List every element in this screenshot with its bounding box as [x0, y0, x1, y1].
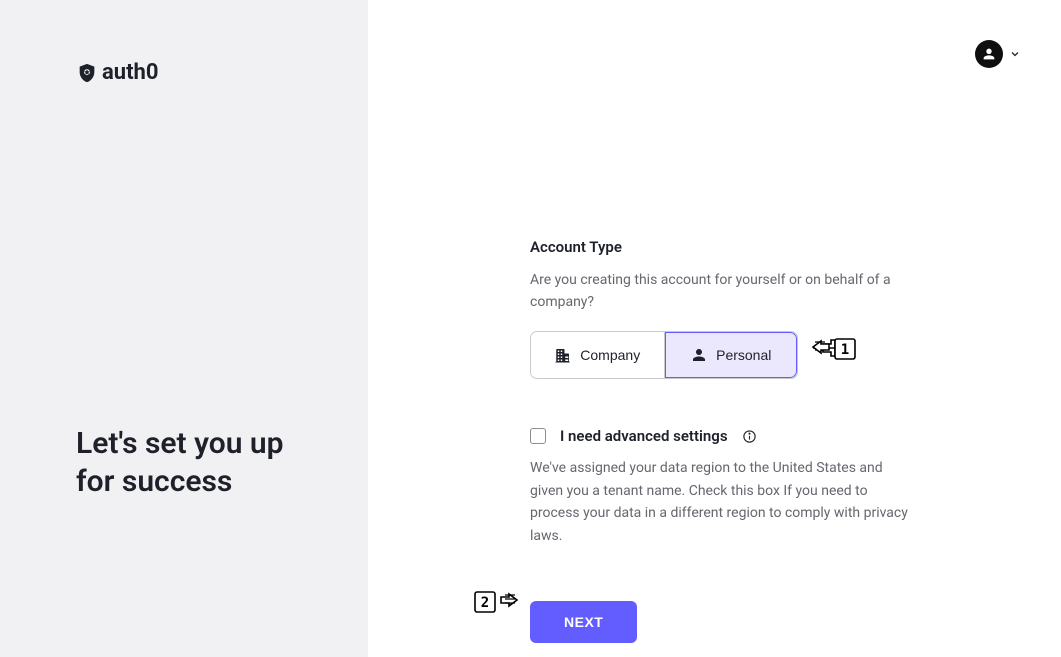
person-icon	[690, 346, 708, 364]
svg-text:1: 1	[841, 342, 849, 358]
account-type-description: Are you creating this account for yourse…	[530, 270, 940, 313]
advanced-settings-checkbox[interactable]	[530, 428, 546, 444]
right-panel: Account Type Are you creating this accou…	[368, 0, 1061, 657]
brand-name: auth0	[102, 60, 158, 85]
annotation-cursor-1: 1	[811, 334, 857, 364]
advanced-settings-row: I need advanced settings	[530, 427, 1021, 445]
svg-text:2: 2	[481, 595, 489, 611]
advanced-settings-label: I need advanced settings	[560, 427, 728, 445]
left-panel: auth0 Let's set you up for success	[0, 0, 368, 657]
building-icon	[554, 346, 572, 364]
brand-logo: auth0	[76, 60, 328, 85]
info-icon[interactable]	[742, 429, 757, 444]
advanced-settings-explanation: We've assigned your data region to the U…	[530, 457, 910, 547]
annotation-cursor-2: 2	[473, 587, 519, 617]
avatar	[975, 40, 1003, 68]
account-type-title: Account Type	[530, 238, 1021, 256]
account-type-toggle: Company Personal	[530, 331, 798, 379]
page-headline: Let's set you up for success	[76, 425, 328, 500]
auth0-shield-icon	[76, 62, 98, 84]
company-label: Company	[580, 347, 640, 363]
account-type-personal[interactable]: Personal	[665, 332, 798, 378]
user-menu[interactable]	[975, 40, 1021, 68]
personal-label: Personal	[716, 347, 771, 363]
chevron-down-icon	[1009, 48, 1021, 60]
person-icon	[981, 46, 997, 62]
next-button[interactable]: NEXT	[530, 601, 637, 643]
account-type-company[interactable]: Company	[531, 332, 665, 378]
